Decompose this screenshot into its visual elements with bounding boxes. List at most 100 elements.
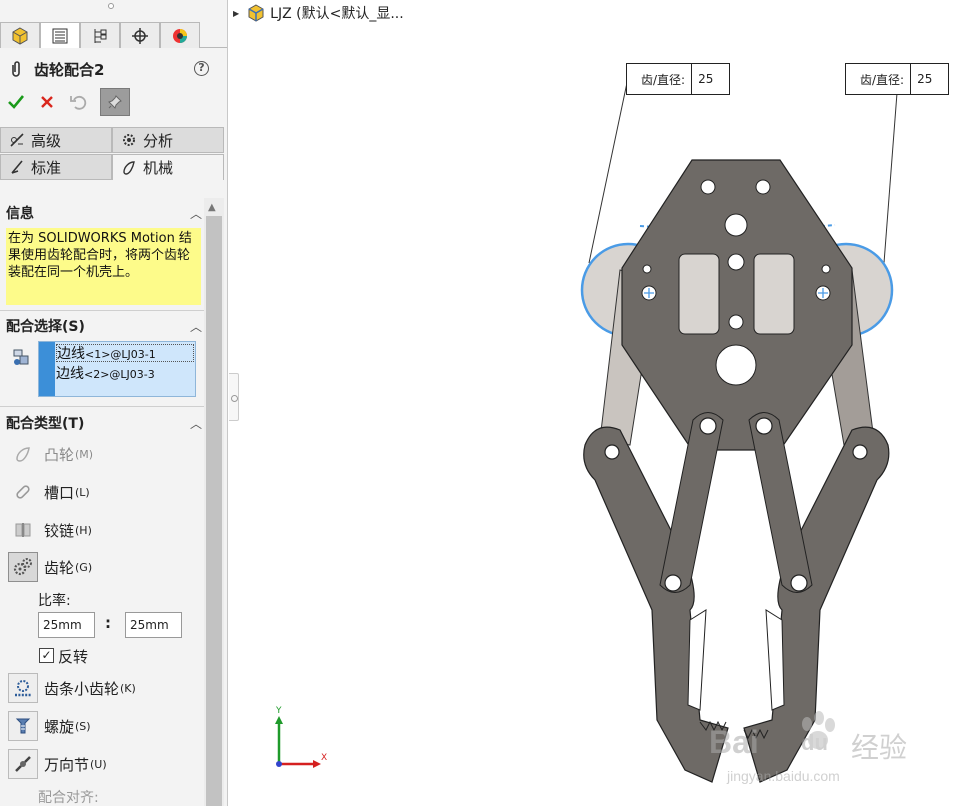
slot-mate-option[interactable]: 槽口 (L) (8, 476, 90, 508)
tab-display-manager[interactable] (160, 22, 200, 48)
tab-feature-manager[interactable] (0, 22, 40, 48)
help-icon[interactable]: ? (194, 61, 209, 76)
scroll-up-icon[interactable]: ▲ (208, 202, 216, 213)
gear-icon (13, 558, 32, 576)
screw-label: 螺旋 (44, 717, 75, 736)
rack-pinion-shortcut: (K) (120, 681, 136, 695)
base-slot (678, 253, 720, 335)
right-short-link[interactable] (748, 412, 813, 593)
gear-callout-left[interactable]: 齿/直径: 25 (626, 63, 730, 95)
configuration-icon (94, 28, 107, 43)
cam-mate-option[interactable]: 凸轮 (M) (8, 438, 93, 470)
action-buttons (6, 88, 130, 116)
standard-mate-icon (11, 160, 23, 174)
hinge-shortcut: (H) (75, 523, 92, 537)
callout-key: 齿/直径: (627, 64, 693, 94)
collapse-caret-icon[interactable]: ︿ (190, 415, 202, 432)
gear-callout-right[interactable]: 齿/直径: 25 (845, 63, 949, 95)
screw-shortcut: (S) (75, 719, 91, 733)
base-plate[interactable] (621, 159, 853, 451)
tab-advanced-mates[interactable]: 高级 (0, 127, 112, 153)
cam-shortcut: (M) (75, 447, 94, 461)
left-short-link[interactable] (659, 412, 724, 593)
mate-alignment-label: 配合对齐: (38, 790, 99, 806)
hinge-mate-option[interactable]: 铰链 (H) (8, 514, 92, 546)
manager-tabs (0, 22, 227, 48)
selection-header-label: 配合选择(S) (6, 319, 85, 335)
cam-icon (16, 447, 30, 462)
mount-hole (700, 179, 716, 195)
ok-check-icon[interactable] (6, 92, 26, 112)
slot-label: 槽口 (44, 483, 75, 502)
tab-standard-mates[interactable]: 标准 (0, 154, 112, 180)
paperclip-icon (12, 61, 20, 77)
pushpin-icon (108, 95, 122, 109)
info-header-label: 信息 (6, 206, 34, 222)
undo-icon[interactable] (68, 92, 88, 112)
list-item[interactable]: 边线<2>@LJ03-3 (56, 365, 194, 383)
finger-cutout (687, 609, 707, 711)
rack-pinion-mate-option[interactable]: 齿条小齿轮 (K) (8, 672, 136, 704)
reverse-label: 反转 (58, 648, 89, 666)
gripper-model[interactable] (229, 0, 968, 806)
collapse-caret-icon[interactable]: ︿ (190, 318, 202, 335)
tab-mechanical-mates[interactable]: 机械 (112, 154, 224, 180)
rack-pinion-icon (15, 680, 31, 697)
leader-line (883, 92, 898, 264)
panel-grip-icon[interactable] (108, 3, 114, 9)
slot-icon (16, 485, 30, 499)
triad-y-label: Y (276, 706, 282, 716)
mate-selection-list[interactable]: 边线<1>@LJ03-1 边线<2>@LJ03-3 (38, 341, 196, 397)
divider (0, 406, 204, 407)
tab-property-manager[interactable] (40, 22, 80, 48)
page-title: 齿轮配合2 (34, 60, 105, 79)
gear-mate-option[interactable]: 齿轮 (G) (8, 551, 92, 583)
mount-hole (727, 253, 745, 271)
watermark-brand: Bai (709, 724, 759, 760)
callout-value[interactable]: 25 (692, 72, 726, 86)
tab-standard-label: 标准 (31, 158, 62, 177)
info-section-header[interactable]: 信息 ︿ (6, 202, 202, 224)
cancel-x-icon[interactable] (38, 93, 56, 111)
mate-types-section-header[interactable]: 配合类型(T) ︿ (6, 412, 202, 434)
scroll-thumb[interactable] (206, 216, 222, 806)
universal-joint-icon (15, 756, 31, 772)
cam-label: 凸轮 (44, 445, 75, 464)
ratio-input-2[interactable]: 25mm (125, 612, 182, 638)
screw-mate-option[interactable]: 螺旋 (S) (8, 710, 91, 742)
selection-section-header[interactable]: 配合选择(S) ︿ (6, 315, 202, 337)
appearance-icon (173, 28, 187, 43)
screw-icon (15, 718, 31, 734)
center-hole (715, 344, 757, 386)
property-list-icon (52, 28, 68, 43)
mount-hole (821, 264, 831, 274)
list-item[interactable]: 边线<1>@LJ03-1 (56, 344, 194, 362)
keep-visible-pin-button[interactable] (100, 88, 130, 116)
finger-cutout (765, 609, 785, 711)
mount-hole (724, 213, 748, 237)
collapse-caret-icon[interactable]: ︿ (190, 205, 202, 222)
tab-analysis[interactable]: 分析 (112, 127, 224, 153)
divider (0, 310, 204, 311)
watermark-url: jingyan.baidu.com (727, 768, 840, 784)
cam-icon (123, 160, 135, 175)
universal-joint-label: 万向节 (44, 755, 90, 774)
tab-mechanical-label: 机械 (143, 159, 174, 177)
edge-label: 边线 (57, 346, 85, 362)
universal-joint-mate-option[interactable]: 万向节 (U) (8, 748, 107, 780)
watermark-brand-2: du (801, 730, 828, 755)
callout-value[interactable]: 25 (911, 72, 945, 86)
slot-shortcut: (L) (75, 485, 90, 499)
gear-label: 齿轮 (44, 558, 75, 577)
leader-line (588, 77, 629, 264)
ratio-input-1[interactable]: 25mm (38, 612, 95, 638)
mate-types-header-label: 配合类型(T) (6, 416, 85, 432)
tab-configuration-manager[interactable] (80, 22, 120, 48)
watermark-cn: 经验 (851, 731, 908, 764)
reverse-checkbox[interactable]: ✓ (39, 648, 54, 663)
panel-scrollbar[interactable]: ▲ (204, 198, 224, 806)
mount-hole (755, 179, 771, 195)
base-slot (753, 253, 795, 335)
tab-dimxpert-manager[interactable] (120, 22, 160, 48)
graphics-viewport[interactable]: ▶ LJZ (默认<默认_显... 齿/直径: 25 齿/直径: 25 Y X … (229, 0, 968, 806)
